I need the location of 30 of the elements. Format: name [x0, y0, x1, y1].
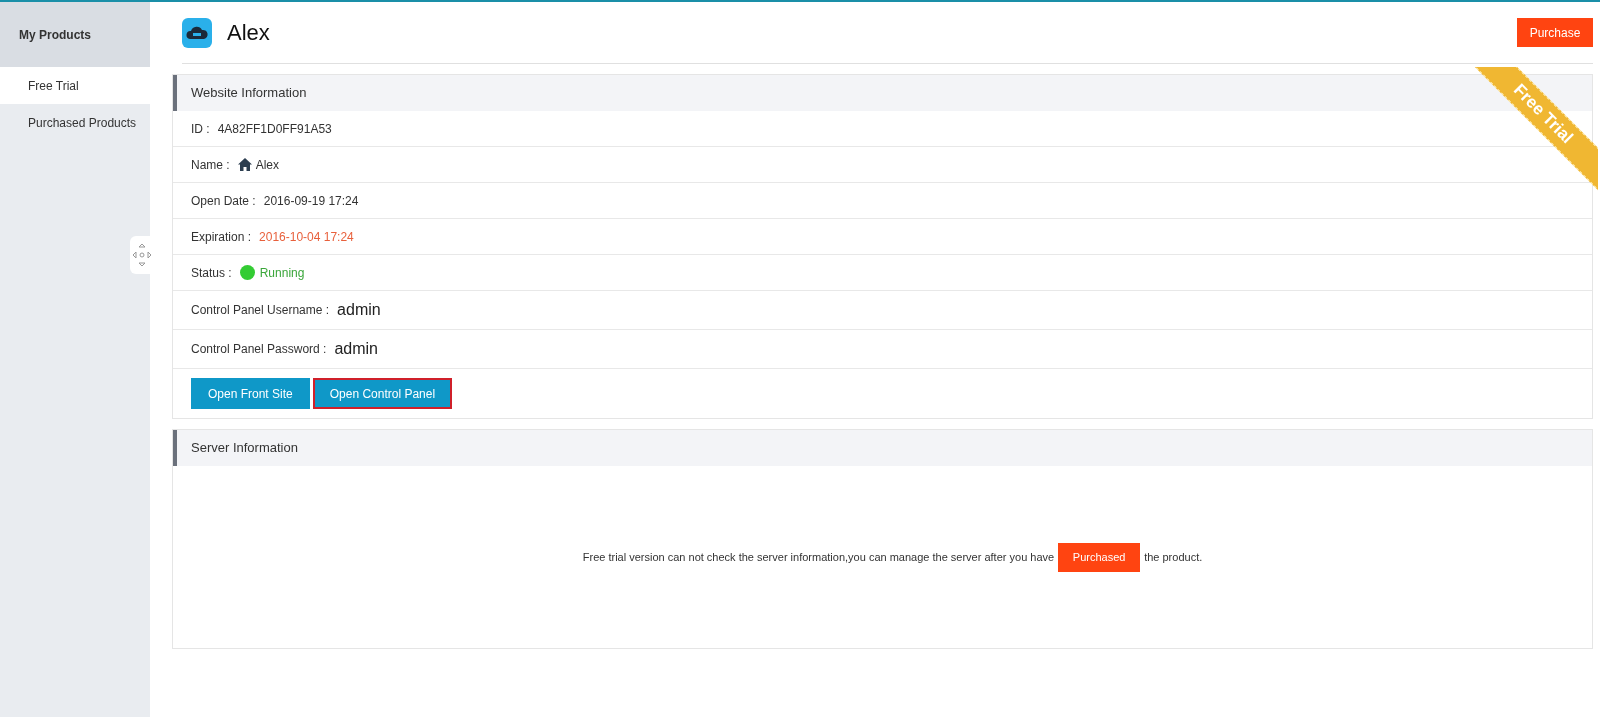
action-button[interactable]: Open Control Panel [312, 378, 453, 409]
sidebar-item[interactable]: Purchased Products [0, 104, 150, 141]
cloud-app-icon [182, 17, 212, 48]
field-value: Alex [255, 156, 280, 174]
field-label: Expiration : [191, 228, 252, 246]
field-value: 2016-09-19 17:24 [263, 192, 359, 210]
section-title: Website Information [191, 84, 307, 103]
move-handle[interactable] [130, 236, 154, 274]
field-value: admin [334, 339, 378, 359]
field-label: ID : [191, 120, 210, 138]
section-title: Server Information [191, 439, 298, 458]
field-label: Control Panel Password : [191, 341, 327, 358]
sidebar-title: My Products [19, 26, 91, 44]
field-value: Running [259, 264, 305, 282]
field-value: admin [337, 300, 381, 320]
field-label: Control Panel Username : [191, 302, 330, 319]
field-label: Open Date : [191, 192, 256, 210]
purchased-button[interactable]: Purchased [1058, 542, 1141, 572]
info-message: the product. [1144, 549, 1203, 565]
sidebar-item[interactable]: Free Trial [0, 67, 150, 104]
product-title: Alex [227, 19, 270, 47]
move-arrows-icon [132, 243, 152, 267]
field-value: 2016-10-04 17:24 [259, 228, 354, 246]
action-button[interactable]: Open Front Site [191, 378, 310, 409]
info-message: Free trial version can not check the server information,you can manage the server after you have [582, 549, 1055, 565]
field-label: Name : [191, 156, 230, 174]
field-label: Status : [191, 264, 232, 282]
house-icon [237, 158, 252, 171]
purchase-button[interactable]: Purchase [1517, 18, 1593, 47]
field-value: 4A82FF1D0FF91A53 [217, 120, 332, 138]
